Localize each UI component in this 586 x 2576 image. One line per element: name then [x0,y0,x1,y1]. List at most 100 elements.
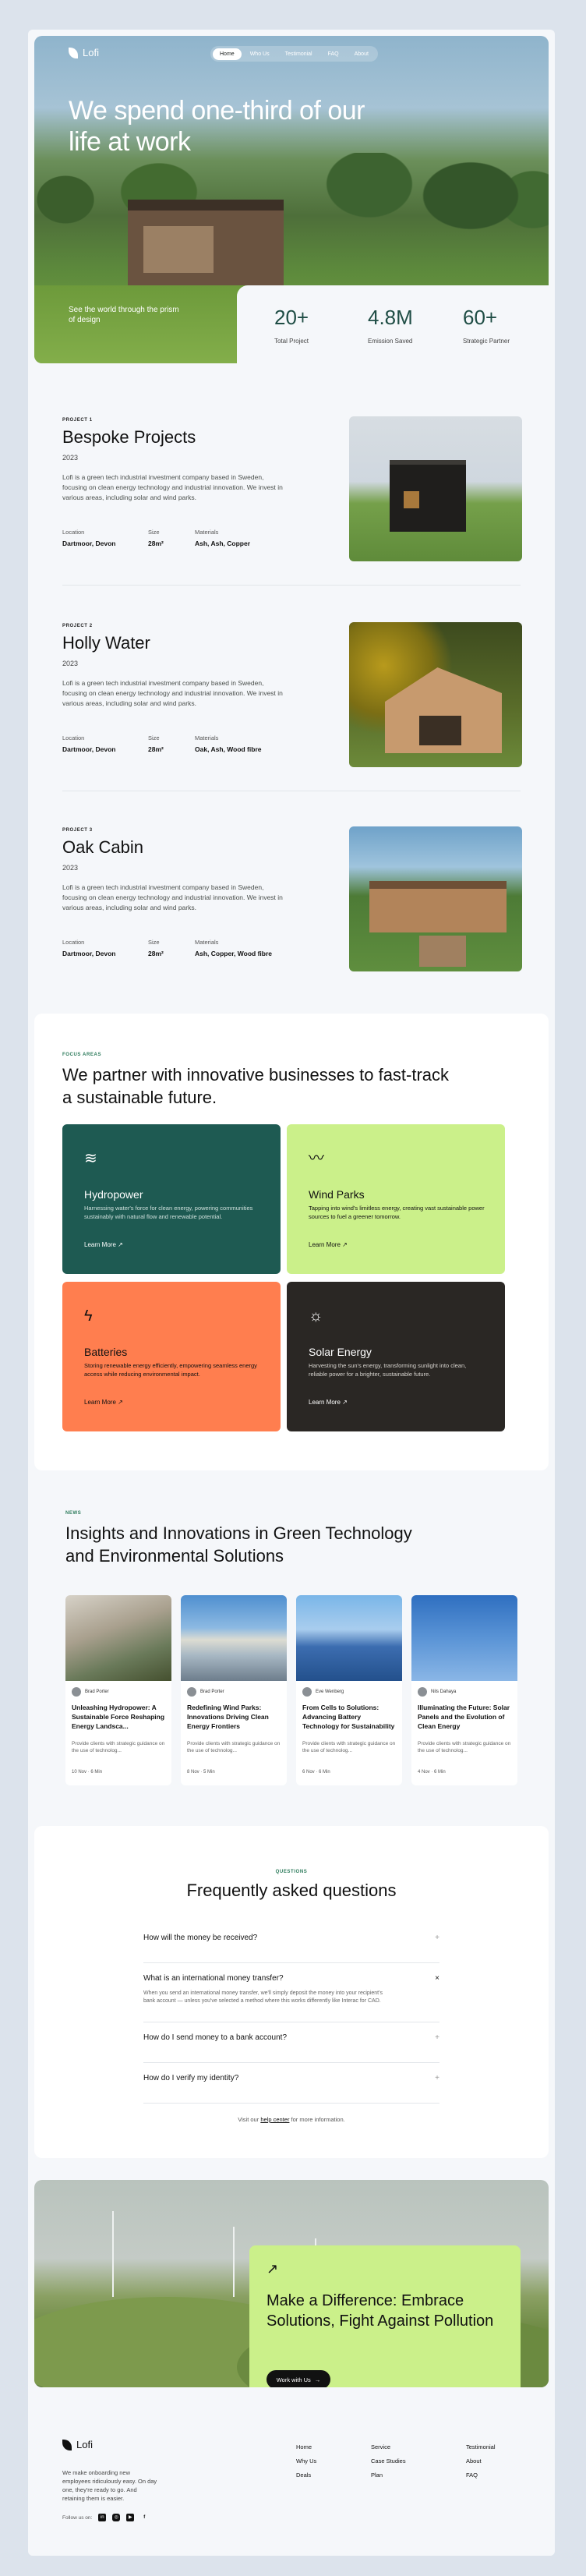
news-card[interactable]: Eve Wenberg From Cells to Solutions: Adv… [296,1595,402,1785]
footer-link[interactable]: FAQ [466,2468,496,2482]
top-nav: Lofi Home Who Us Testimonial FAQ About [34,36,549,67]
follow-us: Follow us on: in ◎ ▶ f [62,2514,148,2521]
news-card[interactable]: Nils Dahaya Illuminating the Future: Sol… [411,1595,517,1785]
footer-links-3: Testimonial About FAQ [466,2440,496,2482]
project-card-2[interactable]: PROJECT 2 Holly Water 2023 Lofi is a gre… [62,602,522,789]
project-description: Lofi is a green tech industrial investme… [62,883,283,911]
project-label: PROJECT 2 [62,624,93,628]
focus-card-solar-energy[interactable]: ☼ Solar Energy Harvesting the sun's ener… [287,1282,505,1431]
footer-description: We make onboarding new employees ridicul… [62,2469,157,2502]
footer-link[interactable]: Home [296,2440,316,2454]
news-card[interactable]: Brad Porter Redefining Wind Parks: Innov… [181,1595,287,1785]
cta-box: ↗ Make a Difference: Embrace Solutions, … [249,2245,521,2387]
stat-value: 4.8M [368,306,413,329]
leaf-logo-icon [62,2439,72,2450]
section-heading: Insights and Innovations in Green Techno… [65,1523,412,1566]
focus-card-wind-parks[interactable]: 〰 Wind Parks Tapping into wind's limitle… [287,1124,505,1274]
project-location: Location Dartmoor, Devon [62,529,116,547]
footer-link[interactable]: Why Us [296,2454,316,2468]
news-card[interactable]: Brad Porter Unleashing Hydropower: A Sus… [65,1595,171,1785]
learn-more-link[interactable]: Learn More ↗ [309,1399,348,1406]
faq-item[interactable]: What is an international money transfer?… [143,1974,440,2022]
card-title: Solar Energy [309,1346,372,1358]
stat-strategic-partner: 60+ Strategic Partner [463,306,510,345]
nav-item-faq[interactable]: FAQ [321,48,346,60]
footer-link[interactable]: Case Studies [371,2454,406,2468]
hero-tagline: See the world through the prism of desig… [69,306,179,324]
facebook-icon[interactable]: f [140,2514,148,2521]
news-image [65,1595,171,1681]
project-materials: Materials Ash, Copper, Wood fibre [195,939,273,957]
footer-link[interactable]: Plan [371,2468,406,2482]
footer-link[interactable]: Deals [296,2468,316,2482]
project-title: Bespoke Projects [62,427,196,447]
project-card-1[interactable]: PROJECT 1 Bespoke Projects 2023 Lofi is … [62,396,522,583]
help-center-link[interactable]: help center [260,2116,289,2123]
footer-link[interactable]: About [466,2454,496,2468]
section-label: NEWS [65,1511,82,1516]
stat-label: Total Project [274,338,309,345]
project-size: Size 28m² [148,734,164,753]
stat-total-project: 20+ Total Project [274,306,309,345]
faq-question: What is an international money transfer? [143,1974,284,1983]
nav-item-home[interactable]: Home [213,48,242,60]
leaf-logo-icon [69,47,78,58]
card-title: Batteries [84,1346,128,1358]
focus-card-batteries[interactable]: ϟ Batteries Storing renewable energy eff… [62,1282,281,1431]
nav-item-testimonial[interactable]: Testimonial [278,48,319,60]
project-title: Holly Water [62,633,150,653]
stats-panel: 20+ Total Project 4.8M Emission Saved 60… [237,285,555,379]
project-card-3[interactable]: PROJECT 3 Oak Cabin 2023 Lofi is a green… [62,806,522,993]
section-label: QUESTIONS [275,1870,308,1874]
faq-item[interactable]: How do I send money to a bank account? + [143,2033,440,2063]
instagram-icon[interactable]: ◎ [112,2514,121,2521]
learn-more-link[interactable]: Learn More ↗ [309,1241,348,1248]
wind-turbine [112,2211,114,2297]
footer-link[interactable]: Service [371,2440,406,2454]
brand-logo[interactable]: Lofi [69,47,99,58]
footer-link[interactable]: Testimonial [466,2440,496,2454]
project-image [349,826,522,971]
project-description: Lofi is a green tech industrial investme… [62,679,283,707]
project-label: PROJECT 1 [62,418,93,423]
wind-icon: 〰 [309,1150,324,1167]
learn-more-link[interactable]: Learn More ↗ [84,1241,123,1248]
divider [62,585,521,586]
brand-name: Lofi [83,47,99,58]
focus-card-hydropower[interactable]: ≋ Hydropower Harnessing water's force fo… [62,1124,281,1274]
news-meta: 8 Nov · 5 Min [187,1770,215,1775]
nav-item-who-us[interactable]: Who Us [243,48,277,60]
news-meta: 4 Nov · 6 Min [418,1770,446,1775]
footer-logo[interactable]: Lofi [62,2439,93,2450]
plus-icon: + [435,2074,440,2082]
news-image [181,1595,287,1681]
news-excerpt: Provide clients with strategic guidance … [187,1741,281,1753]
project-label: PROJECT 3 [62,828,93,833]
nav-menu: Home Who Us Testimonial FAQ About [210,46,378,62]
youtube-icon[interactable]: ▶ [126,2514,135,2521]
news-title: Illuminating the Future: Solar Panels an… [418,1704,510,1730]
project-image [349,416,522,561]
author: Brad Porter [72,1687,109,1697]
faq-answer: When you send an international money tra… [143,1990,383,2004]
cta-heading: Make a Difference: Embrace Solutions, Fi… [267,2292,494,2330]
card-title: Wind Parks [309,1188,365,1201]
faq-item[interactable]: How do I verify my identity? + [143,2074,440,2104]
work-with-us-button[interactable]: Work with Us → [267,2370,330,2387]
close-icon: × [435,1974,440,1983]
nav-item-about[interactable]: About [348,48,376,60]
help-text: Visit our help center for more informati… [238,2116,345,2123]
arrow-up-right-icon: ↗ [342,1241,348,1248]
linkedin-icon[interactable]: in [98,2514,107,2521]
stat-value: 60+ [463,306,498,329]
hero-cabin-image [128,200,284,285]
faq-item[interactable]: How will the money be received? + [143,1934,440,1963]
section-heading: Frequently asked questions [186,1881,397,1900]
sunrise-icon: ☼ [309,1307,323,1325]
faq-question: How will the money be received? [143,1934,258,1942]
project-image [349,622,522,767]
arrow-up-right-icon: ↗ [118,1399,123,1406]
hero-headline: We spend one-third of our life at work [69,96,365,157]
learn-more-link[interactable]: Learn More ↗ [84,1399,123,1406]
news-image [411,1595,517,1681]
